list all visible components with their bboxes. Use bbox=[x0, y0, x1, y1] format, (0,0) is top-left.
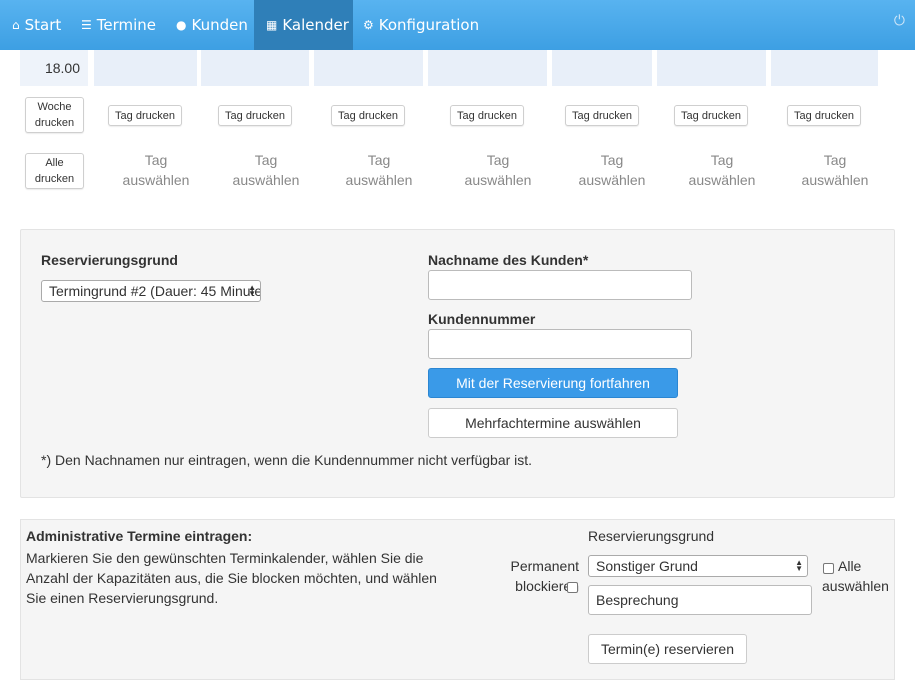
calendar-slot[interactable] bbox=[428, 50, 547, 86]
customer-number-field[interactable] bbox=[428, 329, 692, 359]
calendar-icon: ▦ bbox=[266, 18, 278, 32]
admin-title: Administrative Termine eintragen: bbox=[26, 528, 253, 544]
choose-day-link[interactable]: Tag auswählen bbox=[785, 150, 885, 190]
choose-day-line2: auswählen bbox=[345, 172, 413, 188]
nav-kalender-label: Kalender bbox=[282, 16, 349, 34]
select-arrows-icon: ▲ ▼ bbox=[248, 283, 256, 298]
print-day-button[interactable]: Tag drucken bbox=[674, 105, 748, 126]
admin-reason-label: Reservierungsgrund bbox=[588, 528, 715, 544]
lastname-label: Nachname des Kunden* bbox=[428, 252, 589, 268]
calendar-slot[interactable] bbox=[94, 50, 197, 86]
print-day-button[interactable]: Tag drucken bbox=[108, 105, 182, 126]
calendar-slot[interactable] bbox=[771, 50, 878, 86]
choose-day-line2: auswählen bbox=[464, 172, 532, 188]
permanent-line1: Permanent bbox=[510, 558, 579, 574]
user-icon: ● bbox=[176, 18, 187, 32]
nav-kunden-label: Kunden bbox=[191, 16, 248, 34]
nav-konfiguration[interactable]: ⚙ Konfiguration bbox=[363, 0, 479, 50]
lastname-note: *) Den Nachnamen nur eintragen, wenn die… bbox=[41, 452, 533, 468]
reserve-appointments-button[interactable]: Termin(e) reservieren bbox=[588, 634, 747, 664]
choose-day-line1: Tag bbox=[486, 152, 510, 168]
choose-day-line1: Tag bbox=[367, 152, 391, 168]
choose-day-link[interactable]: Tag auswählen bbox=[329, 150, 429, 190]
nav-start-label: Start bbox=[24, 16, 62, 34]
time-label: 18.00 bbox=[20, 50, 88, 86]
reason-label: Reservierungsgrund bbox=[41, 252, 178, 268]
admin-reason-select[interactable]: Sonstiger Grund ▲ ▼ bbox=[588, 555, 808, 577]
select-all-line1: Alle bbox=[838, 558, 862, 574]
admin-reason-text-field[interactable]: Besprechung bbox=[588, 585, 812, 615]
reason-select[interactable]: Termingrund #2 (Dauer: 45 Minuten) ▲ ▼ bbox=[41, 280, 261, 302]
permanent-line2: blockieren bbox=[515, 578, 579, 594]
lastname-field[interactable] bbox=[428, 270, 692, 300]
choose-day-line2: auswählen bbox=[122, 172, 190, 188]
choose-day-line1: Tag bbox=[600, 152, 624, 168]
home-icon: ⌂ bbox=[12, 18, 20, 32]
admin-description: Markieren Sie den gewünschten Terminkale… bbox=[26, 550, 437, 606]
choose-day-line1: Tag bbox=[823, 152, 847, 168]
continue-reservation-button[interactable]: Mit der Reservierung fortfahren bbox=[428, 368, 678, 398]
calendar-slot[interactable] bbox=[201, 50, 309, 86]
choose-day-link[interactable]: Tag auswählen bbox=[672, 150, 772, 190]
calendar-slot[interactable] bbox=[657, 50, 766, 86]
multiple-appointments-button[interactable]: Mehrfachtermine auswählen bbox=[428, 408, 678, 438]
select-arrows-icon: ▲ ▼ bbox=[795, 558, 803, 573]
power-icon[interactable]: ⏻ bbox=[894, 12, 905, 29]
top-navbar: ⌂ Start ☰ Termine ● Kunden ▦ Kalender ⚙ … bbox=[0, 0, 915, 50]
calendar-slot[interactable] bbox=[552, 50, 652, 86]
choose-day-link[interactable]: Tag auswählen bbox=[216, 150, 316, 190]
select-all-label: Alle auswählen bbox=[822, 556, 889, 596]
choose-day-line1: Tag bbox=[254, 152, 278, 168]
choose-day-line2: auswählen bbox=[578, 172, 646, 188]
print-day-button[interactable]: Tag drucken bbox=[565, 105, 639, 126]
select-all-line2: auswählen bbox=[822, 578, 889, 594]
list-icon: ☰ bbox=[81, 18, 92, 32]
print-day-button[interactable]: Tag drucken bbox=[787, 105, 861, 126]
choose-day-line1: Tag bbox=[710, 152, 734, 168]
choose-day-link[interactable]: Tag auswählen bbox=[562, 150, 662, 190]
nav-konfiguration-label: Konfiguration bbox=[378, 16, 480, 34]
nav-kunden[interactable]: ● Kunden bbox=[176, 0, 248, 50]
nav-kalender[interactable]: ▦ Kalender bbox=[254, 0, 353, 50]
print-day-button[interactable]: Tag drucken bbox=[331, 105, 405, 126]
choose-day-line2: auswählen bbox=[688, 172, 756, 188]
reservation-panel: Reservierungsgrund Termingrund #2 (Dauer… bbox=[20, 229, 895, 498]
choose-day-line2: auswählen bbox=[232, 172, 300, 188]
customer-number-label: Kundennummer bbox=[428, 311, 536, 327]
reason-select-value: Termingrund #2 (Dauer: 45 Minuten) bbox=[49, 283, 261, 299]
print-day-button[interactable]: Tag drucken bbox=[218, 105, 292, 126]
choose-day-link[interactable]: Tag auswählen bbox=[448, 150, 548, 190]
print-week-button[interactable]: Woche drucken bbox=[25, 97, 84, 133]
choose-day-line2: auswählen bbox=[801, 172, 869, 188]
nav-termine[interactable]: ☰ Termine bbox=[81, 0, 156, 50]
admin-panel: Administrative Termine eintragen: Markie… bbox=[20, 519, 895, 680]
calendar-slot[interactable] bbox=[314, 50, 423, 86]
admin-reason-select-value: Sonstiger Grund bbox=[596, 558, 698, 574]
print-all-button[interactable]: Alle drucken bbox=[25, 153, 84, 189]
nav-start[interactable]: ⌂ Start bbox=[12, 0, 61, 50]
choose-day-link[interactable]: Tag auswählen bbox=[106, 150, 206, 190]
permanent-block-checkbox[interactable] bbox=[567, 582, 578, 593]
nav-termine-label: Termine bbox=[96, 16, 157, 34]
gears-icon: ⚙ bbox=[363, 18, 374, 32]
choose-day-line1: Tag bbox=[144, 152, 168, 168]
print-day-button[interactable]: Tag drucken bbox=[450, 105, 524, 126]
permanent-block-label: Permanent blockieren bbox=[491, 556, 579, 596]
